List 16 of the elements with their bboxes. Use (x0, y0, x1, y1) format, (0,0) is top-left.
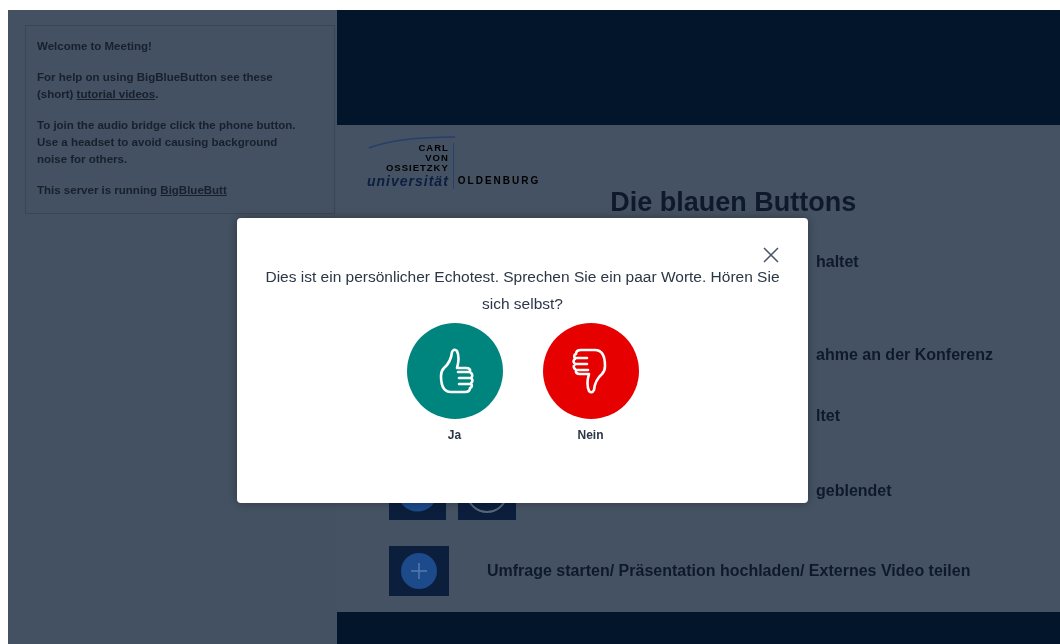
logo-text: VON (425, 153, 449, 163)
slide-text: Umfrage starten/ Präsentation hochladen/ Externes Video teilen (487, 562, 971, 580)
logo-text: OSSIETZKY (385, 163, 449, 173)
slide-text: ahme an der Konferenz (816, 346, 993, 364)
close-icon (762, 246, 780, 264)
slide-text: haltet (816, 253, 859, 271)
slide-text: geblendet (816, 482, 892, 500)
close-button[interactable] (762, 246, 780, 264)
logo-text: CARL (418, 143, 449, 153)
logo-arc-icon (367, 135, 457, 149)
slide-title: Die blauen Buttons (610, 187, 857, 218)
logo-name: universität (367, 173, 449, 189)
logo-city: OLDENBURG (457, 175, 541, 188)
plus-tile-icon (389, 546, 449, 596)
dialog-message: Dies ist ein persönlicher Echotest. Sprechen Sie ein paar Worte. Hören Sie sich selbst? (264, 267, 781, 314)
slide-text: ltet (816, 407, 840, 425)
